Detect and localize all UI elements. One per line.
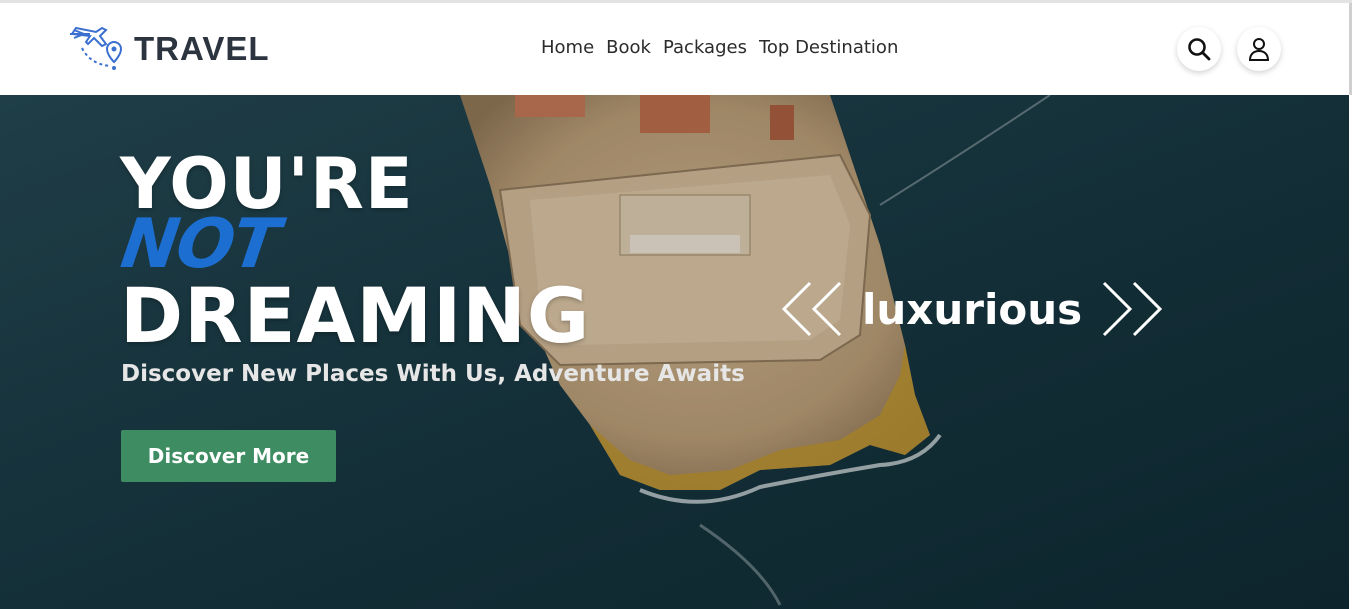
hero-slide-control: luxurious (778, 281, 1166, 337)
main-nav: Home Book Packages Top Destination (541, 37, 898, 58)
plane-location-icon (70, 26, 123, 70)
nav-top-destination[interactable]: Top Destination (759, 37, 898, 58)
brand-name: TRAVEL (134, 30, 270, 67)
brand-logo[interactable]: TRAVEL (66, 23, 270, 75)
hero-section: YOU'RE NOT DREAMING Discover New Places … (0, 95, 1349, 609)
hero-headline-dreaming: DREAMING (120, 271, 591, 360)
nav-home[interactable]: Home (541, 37, 594, 58)
double-chevron-right-icon[interactable] (1096, 281, 1166, 337)
user-icon (1248, 38, 1270, 61)
top-navbar: TRAVEL Home Book Packages Top Destinatio… (0, 3, 1352, 95)
nav-book[interactable]: Book (606, 37, 651, 58)
search-icon (1188, 38, 1211, 61)
nav-packages[interactable]: Packages (663, 37, 747, 58)
account-button[interactable] (1237, 27, 1281, 71)
double-chevron-left-icon[interactable] (778, 281, 848, 337)
slide-label: luxurious (862, 284, 1083, 334)
search-button[interactable] (1177, 27, 1221, 71)
hero-subtitle: Discover New Places With Us, Adventure A… (121, 361, 745, 387)
discover-more-button[interactable]: Discover More (121, 430, 336, 482)
